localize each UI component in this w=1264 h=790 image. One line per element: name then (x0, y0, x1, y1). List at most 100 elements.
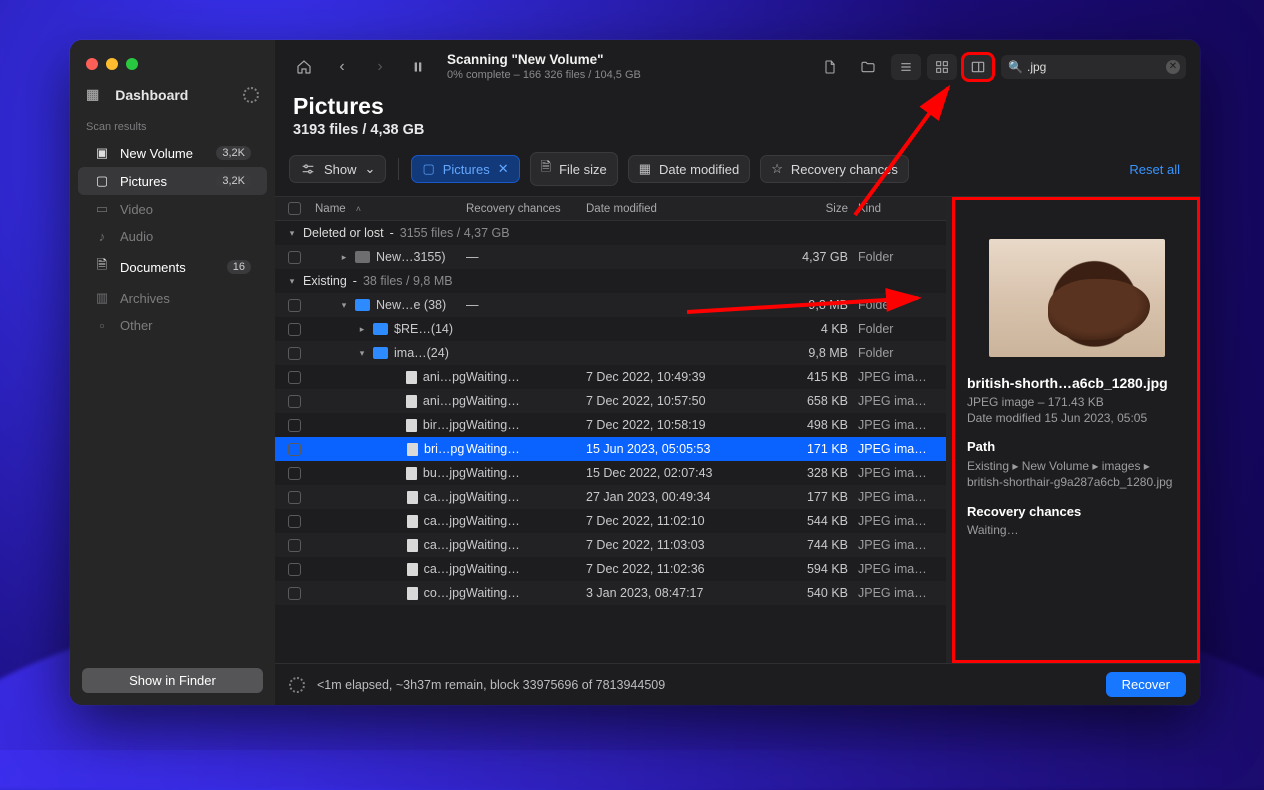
row-checkbox[interactable] (288, 491, 301, 504)
table-row[interactable]: ani…pgWaiting…7 Dec 2022, 10:57:50658 KB… (275, 389, 946, 413)
row-checkbox[interactable] (288, 419, 301, 432)
table-row[interactable]: bu…jpgWaiting…15 Dec 2022, 02:07:43328 K… (275, 461, 946, 485)
sidebar-item-documents[interactable]: 🗎 Documents 16 (78, 250, 267, 284)
row-name: ca…jpg (424, 490, 466, 504)
disclosure-icon[interactable]: ▾ (357, 348, 367, 359)
row-checkbox[interactable] (288, 563, 301, 576)
row-size: 594 KB (762, 562, 858, 576)
table-row[interactable]: ca…jpgWaiting…7 Dec 2022, 11:02:36594 KB… (275, 557, 946, 581)
sidebar-item-label: Archives (120, 291, 170, 306)
table-row[interactable]: ▸$RE…(14)4 KBFolder (275, 317, 946, 341)
row-date: 7 Dec 2022, 10:57:50 (586, 394, 762, 408)
row-size: 9,8 MB (762, 346, 858, 360)
table-row[interactable]: ▸New…3155)—4,37 GBFolder (275, 245, 946, 269)
file-icon (407, 491, 418, 504)
row-name: New…e (38) (376, 298, 446, 312)
row-checkbox[interactable] (288, 251, 301, 264)
col-date[interactable]: Date modified (586, 203, 762, 215)
file-icon (407, 563, 418, 576)
grid-view-button[interactable] (927, 54, 957, 80)
sidebar-item-label: Pictures (120, 174, 167, 189)
other-icon: ▫ (94, 318, 110, 333)
row-checkbox[interactable] (288, 347, 301, 360)
table-row[interactable]: ▾New…e (38)—9,8 MBFolder (275, 293, 946, 317)
row-checkbox[interactable] (288, 443, 301, 456)
row-checkbox[interactable] (288, 515, 301, 528)
show-filter-button[interactable]: Show ⌄ (289, 155, 386, 183)
sidebar-item-new-volume[interactable]: ▣ New Volume 3,2K (78, 139, 267, 167)
disclosure-icon[interactable]: ▾ (339, 300, 349, 311)
pause-button[interactable] (403, 54, 433, 80)
row-size: 328 KB (762, 466, 858, 480)
row-checkbox[interactable] (288, 299, 301, 312)
row-name: bir…jpg (423, 418, 466, 432)
row-checkbox[interactable] (288, 371, 301, 384)
scan-title: Scanning "New Volume" (447, 52, 641, 67)
row-recovery: Waiting… (466, 418, 586, 432)
table-row[interactable]: ca…jpgWaiting…7 Dec 2022, 11:03:03744 KB… (275, 533, 946, 557)
search-input[interactable] (1001, 55, 1186, 79)
filter-file-size[interactable]: 🗎 File size (530, 152, 618, 186)
table-row[interactable]: ▾ima…(24)9,8 MBFolder (275, 341, 946, 365)
row-kind: JPEG ima… (858, 586, 946, 600)
filter-chip-pictures[interactable]: ▢ Pictures ✕ (411, 155, 519, 183)
disclosure-icon[interactable]: ▸ (357, 324, 367, 335)
close-icon[interactable] (86, 58, 98, 70)
row-checkbox[interactable] (288, 587, 301, 600)
reset-all-link[interactable]: Reset all (1129, 162, 1186, 177)
col-recovery[interactable]: Recovery chances (466, 203, 586, 215)
preview-filename: british-shorth…a6cb_1280.jpg (967, 375, 1186, 391)
list-view-button[interactable] (891, 54, 921, 80)
sidebar-item-archives[interactable]: ▥ Archives (78, 284, 267, 312)
table-row[interactable]: bir…jpgWaiting…7 Dec 2022, 10:58:19498 K… (275, 413, 946, 437)
row-checkbox[interactable] (288, 539, 301, 552)
new-file-button[interactable] (815, 54, 845, 80)
status-bar: <1m elapsed, ~3h37m remain, block 339756… (275, 663, 1200, 705)
disclosure-icon[interactable]: ▸ (339, 252, 349, 263)
zoom-icon[interactable] (126, 58, 138, 70)
row-checkbox[interactable] (288, 395, 301, 408)
group-header[interactable]: ▾Deleted or lost - 3155 files / 4,37 GB (275, 221, 946, 245)
disclosure-icon[interactable]: ▾ (287, 276, 297, 287)
row-kind: JPEG ima… (858, 562, 946, 576)
group-header[interactable]: ▾Existing - 38 files / 9,8 MB (275, 269, 946, 293)
preview-pane-button[interactable] (963, 54, 993, 80)
table-row[interactable]: co…jpgWaiting…3 Jan 2023, 08:47:17540 KB… (275, 581, 946, 605)
count-badge: 3,2K (216, 146, 251, 160)
row-size: 177 KB (762, 490, 858, 504)
remove-chip-icon[interactable]: ✕ (498, 161, 509, 177)
filter-date-modified[interactable]: ▦ Date modified (628, 155, 751, 183)
clear-search-icon[interactable]: ✕ (1166, 60, 1180, 74)
sidebar-item-audio[interactable]: ♪ Audio (78, 223, 267, 250)
table-row[interactable]: ani…pgWaiting…7 Dec 2022, 10:49:39415 KB… (275, 365, 946, 389)
minimize-icon[interactable] (106, 58, 118, 70)
table-row[interactable]: bri…pgWaiting…15 Jun 2023, 05:05:53171 K… (275, 437, 946, 461)
toolbar-title-block: Scanning "New Volume" 0% complete – 166 … (447, 52, 641, 81)
dashboard-label[interactable]: Dashboard (115, 87, 188, 103)
new-folder-button[interactable] (853, 54, 883, 80)
back-button[interactable]: ‹ (327, 54, 357, 80)
select-all-checkbox[interactable] (288, 202, 301, 215)
recover-button[interactable]: Recover (1106, 672, 1186, 697)
filter-recovery-chances[interactable]: ☆ Recovery chances (760, 155, 909, 183)
home-button[interactable] (289, 54, 319, 80)
disclosure-icon[interactable]: ▾ (287, 228, 297, 239)
folder-icon (373, 347, 388, 359)
sidebar-item-label: Other (120, 318, 153, 333)
preview-recovery-heading: Recovery chances (967, 504, 1186, 519)
table-row[interactable]: ca…jpgWaiting…27 Jan 2023, 00:49:34177 K… (275, 485, 946, 509)
sidebar-item-pictures[interactable]: ▢ Pictures 3,2K (78, 167, 267, 195)
search-field[interactable]: 🔍 ✕ (1001, 55, 1186, 79)
file-list: Name˄ Recovery chances Date modified Siz… (275, 197, 946, 663)
col-size[interactable]: Size (762, 203, 858, 215)
forward-button[interactable]: › (365, 54, 395, 80)
table-row[interactable]: ca…jpgWaiting…7 Dec 2022, 11:02:10544 KB… (275, 509, 946, 533)
col-kind[interactable]: Kind (858, 203, 946, 215)
sidebar-item-other[interactable]: ▫ Other (78, 312, 267, 339)
show-in-finder-button[interactable]: Show in Finder (82, 668, 263, 693)
sidebar-item-video[interactable]: ▭ Video (78, 195, 267, 223)
row-checkbox[interactable] (288, 467, 301, 480)
row-kind: Folder (858, 298, 946, 312)
row-checkbox[interactable] (288, 323, 301, 336)
col-name[interactable]: Name˄ (313, 203, 466, 215)
